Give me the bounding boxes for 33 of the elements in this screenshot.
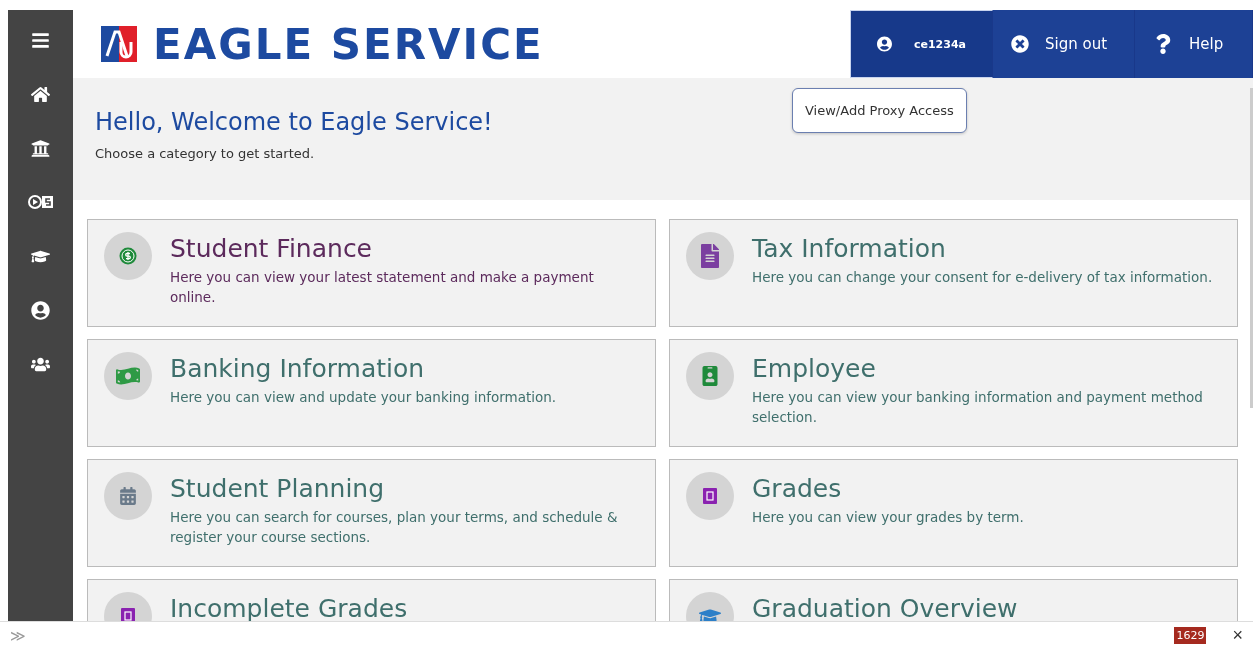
home-icon: [31, 84, 50, 104]
id-badge-icon: [700, 366, 720, 386]
category-card[interactable]: Student Finance Here you can view your latest statement and make a payment online.: [87, 219, 656, 327]
sidebar-nav-button[interactable]: [31, 30, 50, 50]
category-card[interactable]: Grades Here you can view your grades by term.: [669, 459, 1238, 567]
category-card[interactable]: Graduation Overview: [669, 579, 1238, 621]
welcome-subtitle: Choose a category to get started.: [95, 146, 315, 161]
sidebar-nav-button[interactable]: [31, 138, 50, 158]
count-badge: 1629: [1174, 627, 1207, 644]
user-icon: [31, 300, 50, 320]
sidebar-nav-button[interactable]: [31, 84, 50, 104]
category-card[interactable]: Employee Here you can view your banking information and payment method selection.: [669, 339, 1238, 447]
category-card[interactable]: Banking Information Here you can view and update your banking information.: [87, 339, 656, 447]
user-icon: [877, 36, 892, 52]
category-card[interactable]: Tax Information Here you can change your consent for e-delivery of tax information.: [669, 219, 1238, 327]
grade-report-icon: [121, 608, 135, 621]
grade-report-icon: [703, 488, 717, 504]
bank-icon: [31, 138, 50, 158]
close-button[interactable]: ×: [1232, 625, 1243, 646]
sidebar-nav-button[interactable]: [27, 192, 54, 212]
dollar-coin-icon: [119, 247, 137, 265]
user-account-button[interactable]: ce1234a: [850, 10, 993, 78]
sidebar-nav-button[interactable]: [31, 300, 50, 320]
calendar-icon: [119, 487, 137, 505]
category-card[interactable]: Student Planning Here you can search for courses, plan your terms, and schedule & register your course sections.: [87, 459, 656, 567]
menu-icon: [31, 30, 50, 50]
document-icon: [698, 244, 722, 268]
tooltip: View/Add Proxy Access: [792, 88, 967, 133]
logo-icon: [101, 26, 137, 62]
welcome-title: Hello, Welcome to Eagle Service!: [95, 108, 493, 136]
toggle-dollar-icon: [27, 194, 54, 210]
expand-button[interactable]: ≫: [10, 626, 1175, 645]
brand-title: EAGLE SERVICE: [153, 19, 544, 69]
